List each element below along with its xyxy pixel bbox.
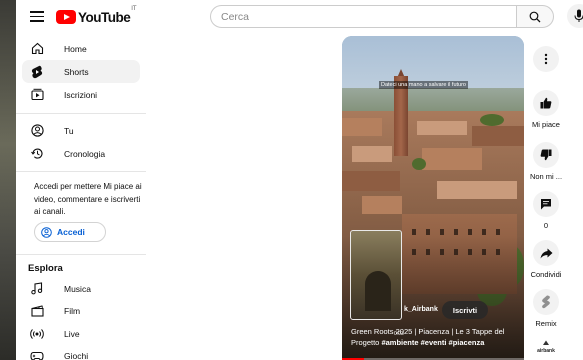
shorts-actions: Mi piace Non mi ... 0 Condividi Remix ai…: [526, 36, 566, 360]
gaming-icon: [30, 351, 44, 360]
share-arrow-icon: [540, 248, 552, 258]
video-frame-roof: [352, 146, 392, 162]
more-actions: [526, 46, 566, 72]
thumbs-up-icon: [540, 97, 552, 109]
comments-action: 0: [526, 191, 566, 230]
remix-button[interactable]: [533, 289, 559, 315]
explore-section-title: Esplora: [28, 263, 63, 274]
remix-icon: [542, 295, 550, 309]
masthead: YouTube IT Cerca: [16, 0, 583, 34]
video-frame-roof: [437, 181, 517, 199]
video-frame-roof: [422, 148, 482, 170]
sidebar-item-history[interactable]: Cronologia: [22, 142, 140, 165]
comments-count: 0: [543, 221, 549, 230]
history-icon: [30, 148, 43, 159]
share-label: Condividi: [530, 270, 562, 279]
sidebar-item-label: Tu: [64, 125, 74, 136]
logo-text: YouTube: [78, 9, 131, 25]
like-button[interactable]: [533, 90, 559, 116]
search-icon: [529, 11, 541, 23]
video-frame-roof: [342, 171, 400, 191]
sidebar-item-label: Live: [64, 328, 80, 339]
video-hashtags[interactable]: #ambiente #eventi #piacenza: [381, 338, 484, 347]
sidebar-item-gaming[interactable]: Giochi: [22, 344, 140, 360]
video-frame-tree: [480, 114, 504, 126]
sidebar-item-subscriptions[interactable]: Iscrizioni: [22, 83, 140, 106]
account-circle-icon: [41, 226, 52, 238]
sidebar-divider: [16, 171, 146, 172]
youtube-shorts-page: YouTube IT Cerca Home Shorts Iscrizioni: [0, 0, 583, 360]
dislike-label: Non mi ...: [529, 172, 563, 181]
subscriptions-icon: [30, 88, 44, 101]
sidebar-item-shorts[interactable]: Shorts: [22, 60, 140, 83]
sidebar-item-label: Giochi: [64, 350, 89, 360]
like-action: Mi piace: [526, 90, 566, 129]
sidebar-item-label: Musica: [64, 283, 91, 294]
search-bar: Cerca: [210, 5, 568, 28]
signin-button[interactable]: Accedi: [34, 222, 106, 242]
voice-search-button[interactable]: [567, 4, 583, 28]
music-icon: [31, 282, 43, 295]
comment-icon: [541, 199, 551, 210]
video-frame-tree: [412, 158, 426, 170]
sidebar-divider: [16, 254, 146, 255]
sidebar-item-label: Cronologia: [64, 148, 106, 159]
guide-sidebar: Home Shorts Iscrizioni Tu Cronologia Acc…: [16, 34, 146, 360]
you-icon: [30, 124, 44, 137]
signin-prompt: Accedi per mettere Mi piace ai video, co…: [34, 182, 142, 216]
dislike-action: Non mi ...: [526, 142, 566, 181]
sidebar-item-film[interactable]: Film: [22, 299, 140, 322]
video-frame-roof: [472, 126, 524, 146]
like-label: Mi piace: [532, 120, 560, 129]
video-inset-thumbnail: [350, 230, 402, 320]
share-action: Condividi: [526, 240, 566, 279]
logo-country-code: IT: [131, 6, 137, 12]
sidebar-item-home[interactable]: Home: [22, 37, 140, 60]
channel-name[interactable]: k_Airbank: [404, 306, 438, 313]
more-vert-icon: [544, 53, 548, 65]
home-icon: [31, 42, 43, 55]
youtube-play-icon: [56, 10, 76, 24]
background-window-edge: [0, 0, 16, 360]
live-icon: [30, 328, 44, 339]
thumbs-down-icon: [540, 149, 552, 161]
remix-label: Remix: [535, 319, 557, 328]
subscribe-button[interactable]: Iscrivti: [442, 301, 488, 319]
video-frame-roof: [417, 121, 467, 135]
channel-logo-icon: [543, 340, 549, 345]
microphone-icon: [574, 9, 583, 22]
more-button[interactable]: [533, 46, 559, 72]
sidebar-item-label: Shorts: [64, 66, 89, 77]
sidebar-item-label: Home: [64, 43, 87, 54]
search-input[interactable]: Cerca: [210, 5, 517, 28]
comments-button[interactable]: [533, 191, 559, 217]
film-icon: [30, 304, 44, 317]
video-title[interactable]: Green Roots 2025 | Piacenza | Le 3 Tappe…: [351, 326, 523, 348]
sidebar-item-music[interactable]: Musica: [22, 277, 140, 300]
share-button[interactable]: [533, 240, 559, 266]
video-frame-roof: [342, 118, 382, 136]
remix-action: Remix: [526, 289, 566, 328]
menu-icon[interactable]: [28, 8, 46, 26]
channel-avatar[interactable]: airbank: [533, 340, 559, 360]
video-overlay-caption: Dateci una mano a salvare il futuro: [379, 81, 468, 89]
video-frame-roof: [362, 196, 402, 214]
sidebar-item-label: Film: [64, 305, 81, 316]
sidebar-item-you[interactable]: Tu: [22, 119, 140, 142]
search-button[interactable]: [516, 5, 554, 28]
youtube-logo[interactable]: YouTube IT: [56, 6, 137, 26]
signin-button-label: Accedi: [57, 227, 85, 237]
dislike-button[interactable]: [533, 142, 559, 168]
sidebar-divider: [16, 113, 146, 114]
sidebar-item-live[interactable]: Live: [22, 322, 140, 345]
shorts-icon: [31, 65, 43, 78]
channel-avatar-text: airbank: [537, 348, 555, 354]
sidebar-item-label: Iscrizioni: [64, 89, 98, 100]
shorts-video-player[interactable]: Dateci una mano a salvare il futuro k_Ai…: [342, 36, 524, 360]
